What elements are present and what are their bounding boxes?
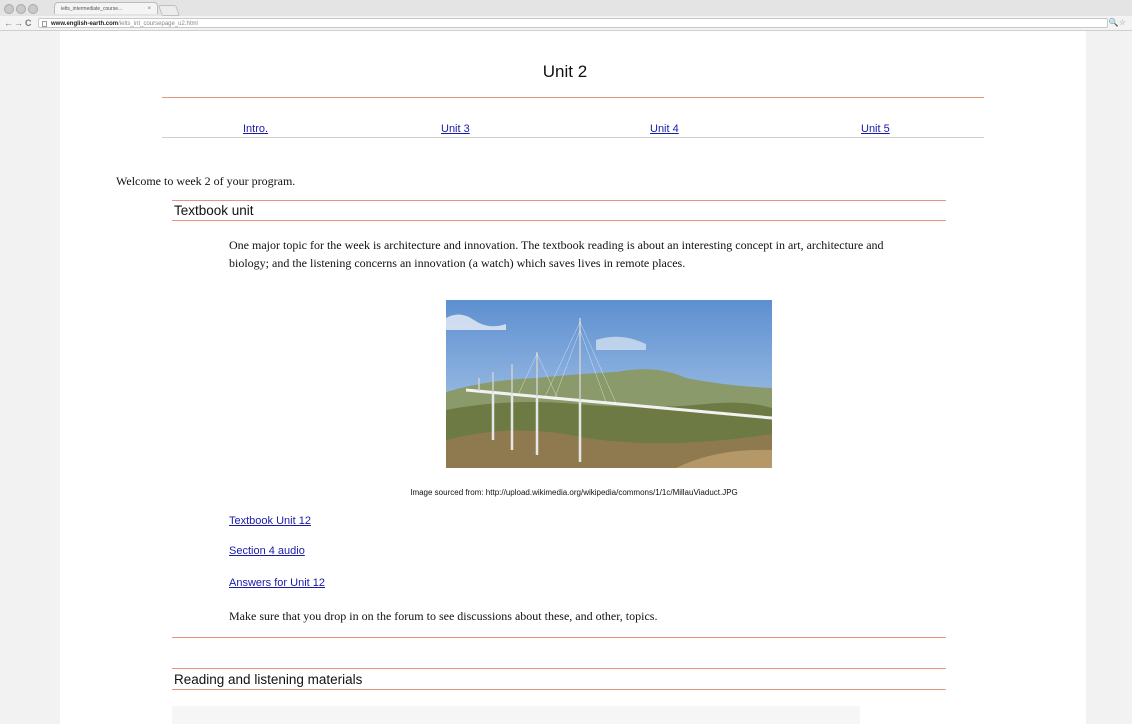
reading-content-area — [172, 706, 860, 724]
section-heading-textbook-unit: Textbook unit — [174, 203, 254, 218]
new-tab-button[interactable] — [157, 5, 181, 16]
reading-rule-bottom — [172, 689, 946, 690]
image-caption: Image sourced from: http://upload.wikime… — [410, 488, 738, 497]
reload-icon[interactable]: C — [25, 16, 32, 30]
page-icon — [42, 21, 47, 27]
textbook-unit-12-link[interactable]: Textbook Unit 12 — [229, 515, 311, 527]
forward-icon[interactable]: → — [14, 16, 23, 30]
answers-unit-12-link[interactable]: Answers for Unit 12 — [229, 577, 325, 589]
page-left-margin — [0, 31, 60, 724]
url-bar[interactable]: www.english-earth.com/ielts_int_coursepa… — [38, 18, 1108, 28]
zoom-window-button[interactable] — [28, 4, 38, 14]
url-host: www.english-earth.com — [51, 21, 119, 27]
close-window-button[interactable] — [4, 4, 14, 14]
page-title: Unit 2 — [542, 62, 588, 81]
section-4-audio-link[interactable]: Section 4 audio — [229, 545, 305, 557]
section-heading-reading-listening: Reading and listening materials — [174, 672, 363, 687]
nav-link-unit-3[interactable]: Unit 3 — [441, 123, 470, 135]
tab-title: ielts_intermediate_course... — [61, 6, 123, 12]
millau-viaduct-photo — [446, 300, 772, 468]
bookmark-star-icon[interactable]: 🔍☆ — [1109, 16, 1126, 30]
title-divider — [162, 97, 984, 98]
section-end-rule — [172, 637, 946, 638]
welcome-text: Welcome to week 2 of your program. — [116, 174, 296, 188]
nav-link-intro[interactable]: Intro. — [243, 123, 268, 135]
section-rule-bottom — [172, 220, 946, 221]
section-rule-top — [172, 200, 946, 201]
tab-close-icon[interactable]: × — [147, 3, 151, 14]
forum-note: Make sure that you drop in on the forum … — [229, 609, 658, 623]
browser-tab[interactable]: ielts_intermediate_course... × — [54, 2, 158, 14]
nav-divider — [162, 137, 984, 138]
back-icon[interactable]: ← — [4, 16, 13, 30]
reading-rule-top — [172, 668, 946, 669]
browser-toolbar: ← → C www.english-earth.com/ielts_int_co… — [0, 16, 1132, 31]
page-right-margin — [1086, 31, 1132, 724]
intro-paragraph: One major topic for the week is architec… — [229, 238, 884, 270]
nav-link-unit-4[interactable]: Unit 4 — [650, 123, 679, 135]
url-path: /ielts_int_coursepage_u2.html — [118, 21, 198, 27]
nav-link-unit-5[interactable]: Unit 5 — [861, 123, 890, 135]
minimize-window-button[interactable] — [16, 4, 26, 14]
